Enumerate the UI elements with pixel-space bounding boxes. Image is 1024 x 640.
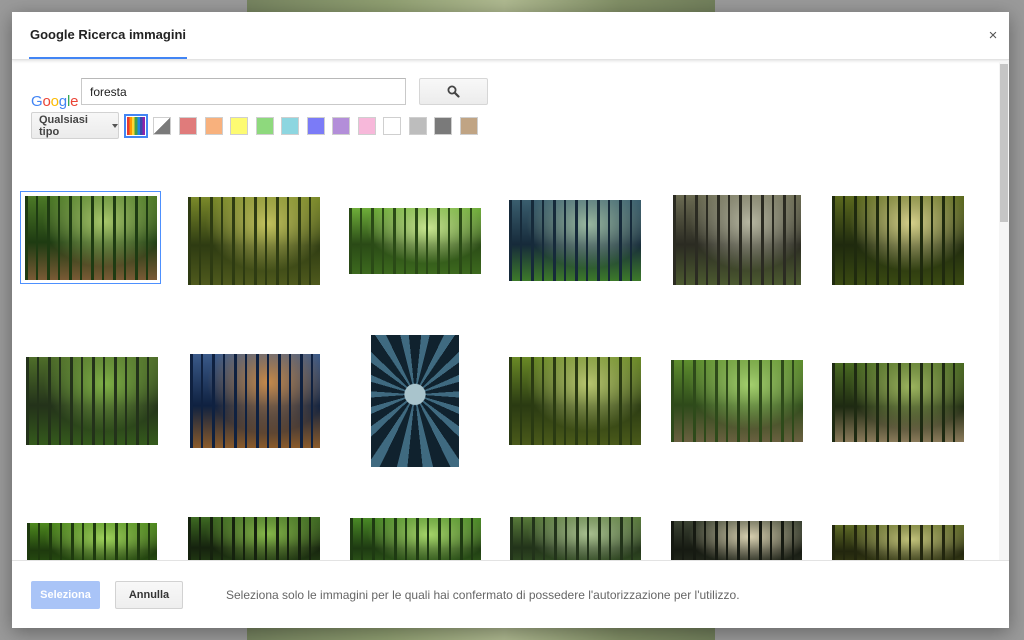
scrollbar-thumb[interactable] [1000, 64, 1008, 222]
forest-photo [510, 517, 641, 560]
forest-photo [832, 196, 964, 285]
color-swatch-gray[interactable] [409, 117, 427, 135]
forest-photo [671, 521, 802, 560]
result-image-17[interactable] [671, 521, 802, 560]
color-swatch-teal[interactable] [281, 117, 299, 135]
forest-photo [26, 357, 158, 445]
type-filter-label: Qualsiasi tipo [39, 113, 88, 138]
backdrop-strip-top [247, 0, 715, 12]
color-swatch-black[interactable] [434, 117, 452, 135]
backdrop-strip-bottom [247, 628, 715, 640]
result-image-4[interactable] [509, 200, 641, 281]
result-image-9[interactable] [371, 335, 459, 467]
search-input[interactable] [81, 78, 406, 105]
forest-photo [25, 196, 157, 280]
color-swatch-orange[interactable] [205, 117, 223, 135]
color-swatch-green[interactable] [256, 117, 274, 135]
result-image-8[interactable] [190, 354, 320, 448]
forest-photo [832, 525, 964, 560]
select-button[interactable]: Seleziona [31, 581, 100, 609]
color-swatch-blue[interactable] [307, 117, 325, 135]
forest-photo [188, 517, 320, 560]
result-image-2[interactable] [188, 197, 320, 285]
forest-photo [27, 523, 157, 560]
result-image-13[interactable] [27, 523, 157, 560]
image-search-dialog: Google Ricerca immagini × Google Qualsia… [12, 12, 1009, 628]
result-image-12[interactable] [832, 363, 964, 442]
color-swatch-transparent[interactable] [153, 117, 171, 135]
result-image-14[interactable] [188, 517, 320, 560]
forest-photo [509, 357, 641, 445]
result-image-18[interactable] [832, 525, 964, 560]
chevron-down-icon [112, 123, 118, 128]
dialog-content: Google Qualsiasi tipo [12, 61, 1009, 560]
result-image-5[interactable] [673, 195, 801, 285]
color-swatch-red[interactable] [179, 117, 197, 135]
permission-note: Seleziona solo le immagini per le quali … [226, 588, 740, 602]
forest-photo [371, 335, 459, 467]
forest-photo [190, 354, 320, 448]
forest-photo [673, 195, 801, 285]
cancel-button[interactable]: Annulla [115, 581, 183, 609]
dialog-footer: Seleziona Annulla Seleziona solo le imma… [12, 560, 1009, 628]
forest-photo [188, 197, 320, 285]
color-swatch-brown[interactable] [460, 117, 478, 135]
forest-photo [349, 208, 481, 274]
color-swatch-pink[interactable] [358, 117, 376, 135]
result-image-10[interactable] [509, 357, 641, 445]
result-image-1[interactable] [20, 191, 161, 284]
search-icon [447, 85, 460, 98]
forest-photo [509, 200, 641, 281]
result-image-11[interactable] [671, 360, 803, 442]
result-image-16[interactable] [510, 517, 641, 560]
result-image-6[interactable] [832, 196, 964, 285]
close-button[interactable]: × [986, 28, 1000, 43]
result-image-15[interactable] [350, 518, 481, 560]
dialog-header: Google Ricerca immagini × [12, 12, 1009, 60]
type-filter-dropdown[interactable]: Qualsiasi tipo [31, 112, 119, 139]
forest-photo [671, 360, 803, 442]
google-logo: Google [31, 93, 79, 110]
multicolor-icon [127, 117, 145, 135]
color-swatch-purple[interactable] [332, 117, 350, 135]
tab-google-image-search[interactable]: Google Ricerca immagini [29, 12, 187, 59]
forest-photo [832, 363, 964, 442]
color-swatch-white[interactable] [383, 117, 401, 135]
result-image-7[interactable] [26, 357, 158, 445]
color-swatch-yellow[interactable] [230, 117, 248, 135]
forest-photo [350, 518, 481, 560]
result-image-3[interactable] [349, 208, 481, 274]
color-swatch-all-colors[interactable] [124, 114, 148, 138]
search-button[interactable] [419, 78, 488, 105]
